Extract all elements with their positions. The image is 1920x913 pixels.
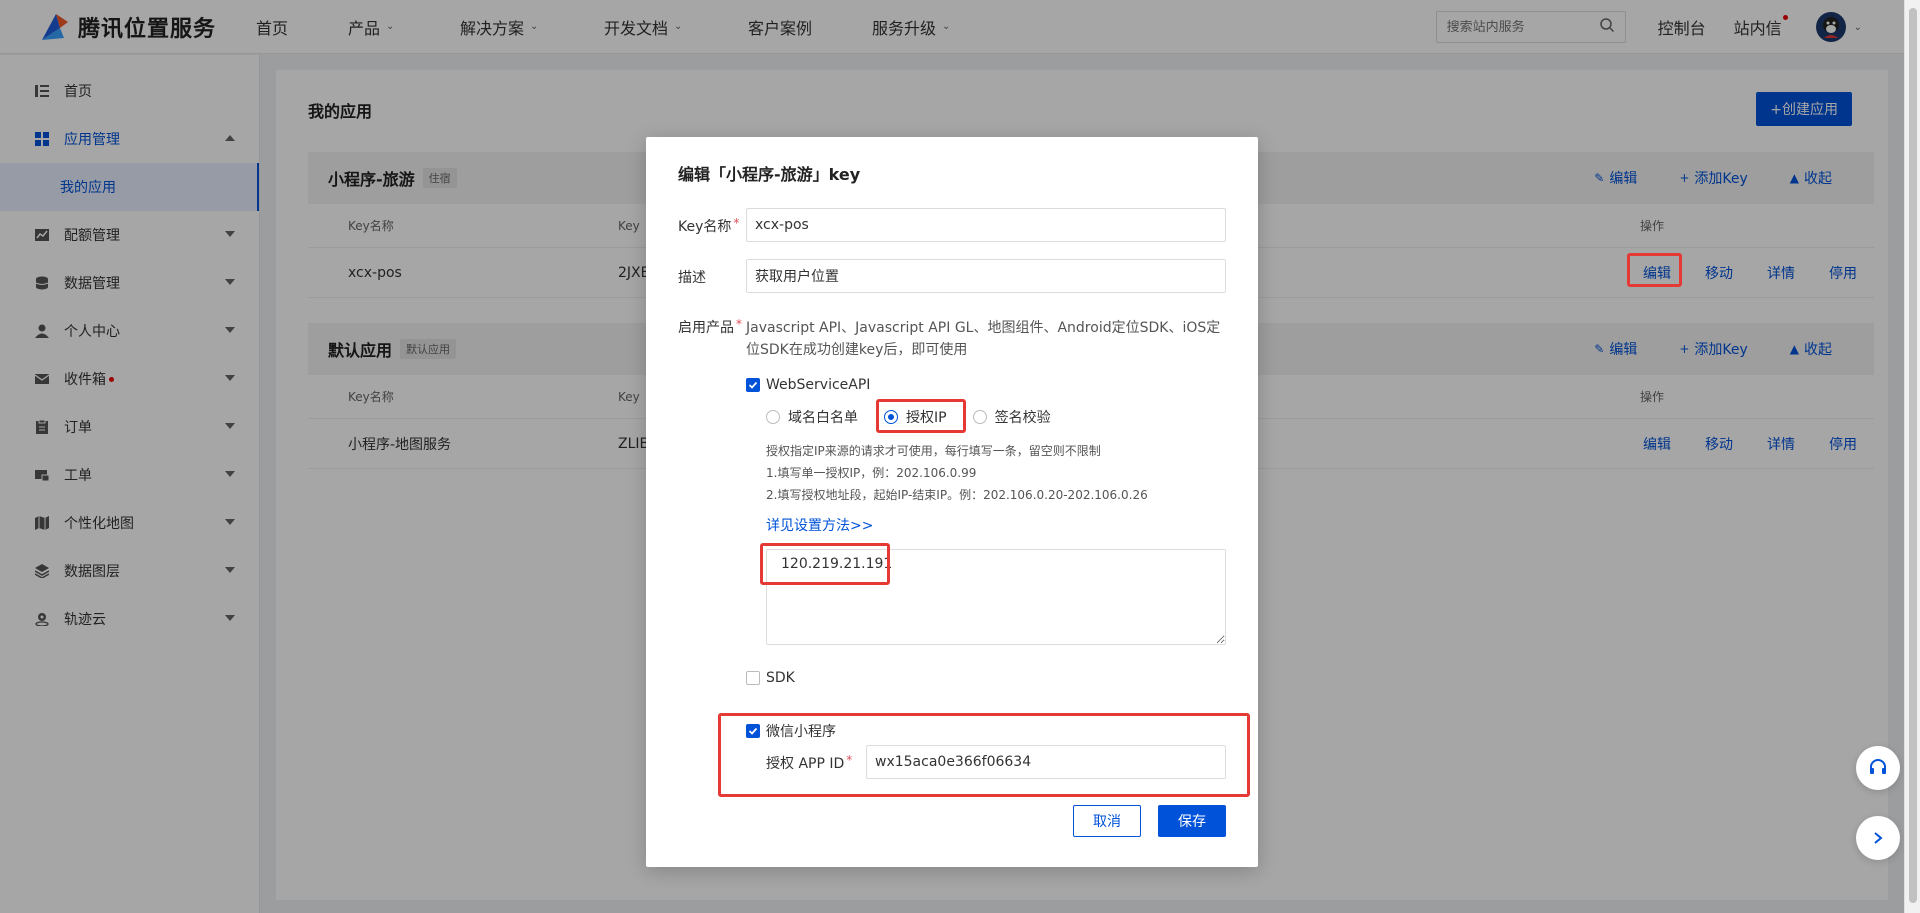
radio-domain-whitelist[interactable]: 域名白名单 bbox=[766, 407, 858, 427]
save-button[interactable]: 保存 bbox=[1158, 805, 1226, 837]
desc-label: 描述 bbox=[678, 270, 706, 286]
settings-help-link[interactable]: 详见设置方法>> bbox=[766, 515, 873, 535]
chevron-right-icon bbox=[1874, 832, 1883, 844]
radio-icon bbox=[972, 410, 987, 424]
hint-text: 2.填写授权地址段，起始IP-结束IP。例：202.106.0.20-202.1… bbox=[766, 488, 1148, 502]
required-mark: * bbox=[733, 216, 740, 230]
edit-key-dialog: 编辑「小程序-旅游」key Key名称* 描述 启用产品* Javascript… bbox=[646, 137, 1258, 867]
product-label: 启用产品 * bbox=[678, 317, 742, 337]
webservice-checkbox[interactable]: WebServiceAPI bbox=[746, 377, 870, 393]
required-mark: * bbox=[736, 317, 742, 331]
hint-text: 1.填写单一授权IP，例：202.106.0.99 bbox=[766, 466, 977, 480]
radio-signature[interactable]: 签名校验 bbox=[972, 407, 1051, 427]
radio-label: 域名白名单 bbox=[788, 410, 858, 426]
product-description: Javascript API、Javascript API GL、地图组件、An… bbox=[746, 320, 1221, 358]
checkbox-checked-icon bbox=[746, 378, 760, 392]
checkbox-label: 微信小程序 bbox=[766, 724, 836, 740]
highlight-box bbox=[876, 399, 966, 433]
headset-icon bbox=[1870, 759, 1886, 774]
radio-label: 签名校验 bbox=[994, 410, 1051, 426]
appid-input[interactable] bbox=[866, 745, 1226, 779]
checkbox-label: WebServiceAPI bbox=[766, 377, 871, 393]
label-text: 启用产品 bbox=[678, 320, 734, 336]
scrollbar[interactable] bbox=[1904, 0, 1920, 913]
key-name-input[interactable] bbox=[746, 208, 1226, 242]
highlight-box bbox=[760, 543, 890, 585]
cancel-button[interactable]: 取消 bbox=[1073, 805, 1141, 837]
checkbox-label: SDK bbox=[766, 670, 795, 686]
customer-service-button[interactable] bbox=[1856, 746, 1900, 790]
appid-label: 授权 APP ID * bbox=[766, 753, 852, 773]
label-text: Key名称 bbox=[678, 219, 732, 235]
wechat-miniprogram-checkbox[interactable]: 微信小程序 bbox=[746, 721, 836, 741]
dialog-title: 编辑「小程序-旅游」key bbox=[678, 165, 861, 184]
checkbox-icon bbox=[746, 671, 760, 685]
scroll-thumb[interactable] bbox=[1909, 8, 1917, 903]
required-mark: * bbox=[846, 753, 853, 767]
radio-icon bbox=[766, 410, 780, 424]
sdk-checkbox[interactable]: SDK bbox=[746, 670, 795, 686]
label-text: 授权 APP ID bbox=[766, 756, 845, 772]
key-name-label: Key名称 * bbox=[678, 216, 739, 236]
desc-input[interactable] bbox=[746, 259, 1226, 293]
highlight-box bbox=[1627, 253, 1682, 287]
checkbox-checked-icon bbox=[746, 724, 760, 738]
expand-button[interactable] bbox=[1856, 816, 1900, 860]
hint-text: 授权指定IP来源的请求才可使用，每行填写一条，留空则不限制 bbox=[766, 444, 1101, 458]
